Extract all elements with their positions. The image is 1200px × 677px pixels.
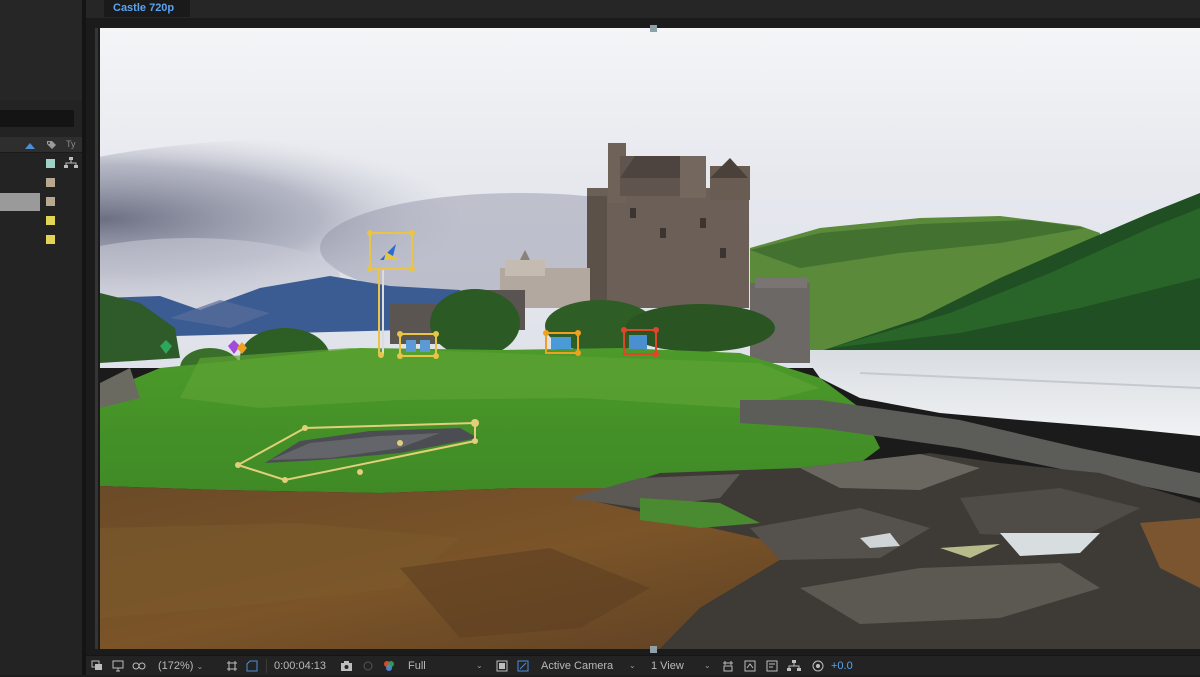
castle-landscape-scene [100,28,1200,649]
always-preview-icon[interactable] [91,660,103,672]
label-color-swatch[interactable] [46,197,55,206]
toolbar-separator [266,659,267,673]
color-channels-icon[interactable] [383,660,395,672]
monitor-icon[interactable] [112,660,124,672]
project-search-input[interactable] [0,110,74,127]
magnification-dropdown[interactable]: (172%) ⌄ [158,656,203,676]
project-item[interactable] [0,231,82,249]
viewer-frame-edge [95,28,98,649]
label-color-swatch[interactable] [46,178,55,187]
resolution-value: Full [408,660,426,672]
region-of-interest-icon[interactable] [226,660,238,672]
label-color-swatch[interactable] [46,235,55,244]
view-layout-dropdown[interactable]: 1 View [651,656,711,676]
project-panel: Ty [0,0,82,675]
viewer-edge-handle[interactable] [650,646,657,653]
project-item-selected[interactable] [0,193,40,211]
3d-view-icon[interactable] [722,660,734,672]
composition-type-icon [64,157,78,168]
project-preview-area [0,0,82,100]
resolution-dropdown[interactable]: Full [408,656,484,676]
project-item[interactable] [0,212,82,230]
type-column-label[interactable]: Ty [66,139,76,149]
chevron-down-icon[interactable]: ⌄ [629,656,636,676]
view-layout-value: 1 View [651,660,684,672]
current-time-display[interactable]: 0:00:04:13 [274,656,326,676]
flowchart-icon[interactable] [787,660,801,672]
snapshot-camera-icon[interactable] [340,660,352,672]
chevron-down-icon: ⌄ [196,662,204,671]
timeline-icon[interactable] [766,660,778,672]
composition-tab-bar: Castle 720p [86,0,1200,18]
sort-ascending-icon[interactable] [25,143,35,149]
show-snapshot-icon[interactable] [362,660,374,672]
mask-visibility-icon[interactable] [132,660,146,672]
composition-tab[interactable]: Castle 720p [104,0,190,17]
fast-previews-icon[interactable] [496,660,508,672]
label-tag-icon[interactable] [46,140,57,150]
label-color-swatch[interactable] [46,159,55,168]
transparency-grid-icon[interactable] [246,660,258,672]
camera-view-dropdown[interactable]: Active Camera [541,656,641,676]
chevron-down-icon[interactable]: ⌄ [476,656,483,676]
camera-view-value: Active Camera [541,660,614,672]
magnification-value: (172%) [158,660,194,672]
label-color-swatch[interactable] [46,216,55,225]
viewer-edge-handle[interactable] [650,25,657,32]
project-item[interactable] [0,174,82,192]
viewer-toolbar: (172%) ⌄ 0:00:04:13 Full ⌄ Active Camera… [86,655,1200,675]
chevron-down-icon[interactable]: ⌄ [704,656,711,676]
pixel-aspect-icon[interactable] [744,660,756,672]
toggle-transparency-icon[interactable] [517,660,529,672]
exposure-value[interactable]: +0.0 [831,656,853,676]
composition-viewer-image[interactable] [100,28,1200,649]
reset-exposure-icon[interactable] [812,660,824,672]
